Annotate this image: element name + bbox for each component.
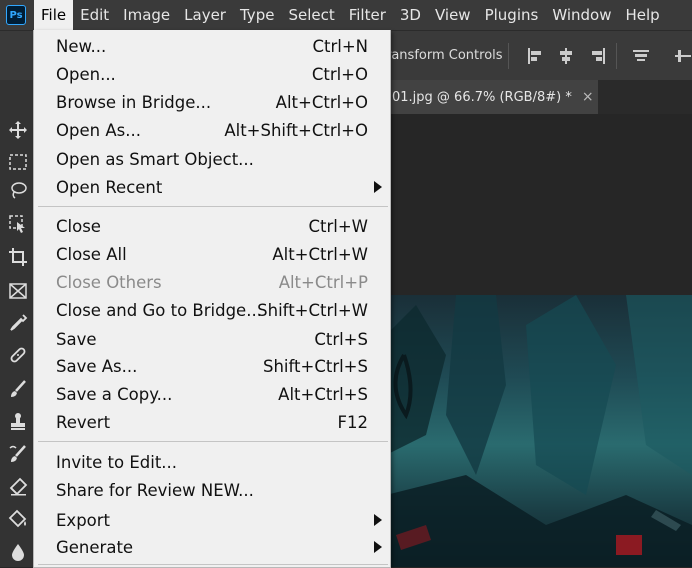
menu-plugins[interactable]: Plugins <box>478 0 546 30</box>
menu-item-label: Open Recent <box>56 177 163 197</box>
menu-item-export[interactable]: Export <box>34 506 390 534</box>
menu-separator <box>38 564 388 565</box>
submenu-arrow-icon <box>374 514 382 526</box>
menu-item-shortcut: Ctrl+O <box>311 64 368 84</box>
menu-item-label: Close and Go to Bridge... <box>56 300 262 320</box>
document-tab-title: 01.jpg @ 66.7% (RGB/8#) * <box>392 89 572 105</box>
menu-item-label: Open... <box>56 64 116 84</box>
options-divider <box>508 43 509 69</box>
menu-item-browse-in-bridge[interactable]: Browse in Bridge... Alt+Ctrl+O <box>34 88 390 116</box>
menu-edit[interactable]: Edit <box>73 0 116 30</box>
align-top-edges-icon[interactable] <box>632 47 650 65</box>
paint-bucket-tool-icon[interactable] <box>8 509 28 529</box>
menu-item-share-for-review[interactable]: Share for Review NEW... <box>34 476 390 504</box>
menu-item-shortcut: Alt+Ctrl+S <box>278 384 368 404</box>
show-transform-controls-label[interactable]: ransform Controls <box>386 48 503 63</box>
menu-item-label: New... <box>56 36 107 56</box>
menu-item-close-others: Close Others Alt+Ctrl+P <box>34 268 390 296</box>
menu-item-shortcut: Alt+Ctrl+W <box>272 244 368 264</box>
menu-separator <box>38 441 388 442</box>
menu-item-label: Save a Copy... <box>56 384 173 404</box>
menu-select[interactable]: Select <box>281 0 341 30</box>
menu-type[interactable]: Type <box>233 0 281 30</box>
menu-help[interactable]: Help <box>618 0 666 30</box>
menu-item-shortcut: Alt+Shift+Ctrl+O <box>224 120 368 140</box>
menu-item-shortcut: Shift+Ctrl+W <box>257 300 368 320</box>
menu-item-shortcut: Shift+Ctrl+S <box>263 356 368 376</box>
frame-tool-icon[interactable] <box>8 281 28 301</box>
menu-3d[interactable]: 3D <box>393 0 428 30</box>
menu-item-open-recent[interactable]: Open Recent <box>34 173 390 201</box>
options-divider <box>616 43 617 69</box>
menu-layer[interactable]: Layer <box>177 0 233 30</box>
submenu-arrow-icon <box>374 541 382 553</box>
menu-item-shortcut: Ctrl+S <box>314 329 368 349</box>
align-vertical-centers-icon[interactable] <box>674 47 692 65</box>
menu-item-label: Close Others <box>56 272 162 292</box>
menu-item-label: Open as Smart Object... <box>56 149 254 169</box>
clone-stamp-tool-icon[interactable] <box>8 411 28 431</box>
menu-item-label: Save <box>56 329 97 349</box>
menu-separator <box>38 206 388 207</box>
menu-item-label: Revert <box>56 412 111 432</box>
menu-item-label: Invite to Edit... <box>56 452 178 472</box>
menu-item-open-as[interactable]: Open As... Alt+Shift+Ctrl+O <box>34 116 390 144</box>
menu-item-shortcut: Ctrl+N <box>312 36 368 56</box>
brush-tool-icon[interactable] <box>8 379 28 399</box>
menu-item-save[interactable]: Save Ctrl+S <box>34 325 390 353</box>
menu-item-shortcut: Ctrl+W <box>308 216 369 236</box>
menu-file[interactable]: File <box>34 0 74 30</box>
menu-item-label: Save As... <box>56 356 138 376</box>
menu-item-revert[interactable]: Revert F12 <box>34 408 390 436</box>
menu-item-label: Share for Review NEW... <box>56 480 254 500</box>
menu-item-open[interactable]: Open... Ctrl+O <box>34 60 390 88</box>
eyedropper-tool-icon[interactable] <box>8 313 28 333</box>
align-right-edges-icon[interactable] <box>589 47 607 65</box>
menu-item-close-and-go-to-bridge[interactable]: Close and Go to Bridge... Shift+Ctrl+W <box>34 296 390 324</box>
menu-item-label: Generate <box>56 537 134 557</box>
menu-item-shortcut: F12 <box>337 412 369 432</box>
menu-item-close[interactable]: Close Ctrl+W <box>34 212 390 240</box>
menu-item-shortcut: Alt+Ctrl+O <box>275 92 368 112</box>
menu-bar: Ps File Edit Image Layer Type Select Fil… <box>0 0 692 30</box>
menu-item-new[interactable]: New... Ctrl+N <box>34 32 390 60</box>
eraser-tool-icon[interactable] <box>8 477 28 497</box>
move-tool-icon[interactable] <box>8 120 28 140</box>
align-left-edges-icon[interactable] <box>526 47 544 65</box>
marquee-tool-icon[interactable] <box>8 152 28 172</box>
menu-item-generate[interactable]: Generate <box>34 533 390 561</box>
menu-image[interactable]: Image <box>116 0 177 30</box>
tools-panel <box>0 80 35 567</box>
menu-window[interactable]: Window <box>545 0 618 30</box>
document-tab[interactable]: 01.jpg @ 66.7% (RGB/8#) * × <box>386 80 598 114</box>
file-menu-dropdown: New... Ctrl+N Open... Ctrl+O Browse in B… <box>33 30 391 568</box>
menu-item-invite-to-edit[interactable]: Invite to Edit... <box>34 448 390 476</box>
menu-item-shortcut: Alt+Ctrl+P <box>278 272 368 292</box>
history-brush-tool-icon[interactable] <box>8 444 28 464</box>
crop-tool-icon[interactable] <box>8 247 28 267</box>
lasso-tool-icon[interactable] <box>8 180 28 200</box>
close-icon[interactable]: × <box>582 89 594 105</box>
menu-item-label: Close All <box>56 244 127 264</box>
align-horizontal-centers-icon[interactable] <box>557 47 575 65</box>
document-image[interactable] <box>386 295 692 567</box>
submenu-arrow-icon <box>374 181 382 193</box>
menu-item-save-as[interactable]: Save As... Shift+Ctrl+S <box>34 352 390 380</box>
menu-item-label: Open As... <box>56 120 141 140</box>
photoshop-logo-icon[interactable]: Ps <box>6 5 26 25</box>
menu-item-save-a-copy[interactable]: Save a Copy... Alt+Ctrl+S <box>34 380 390 408</box>
menu-item-open-as-smart-object[interactable]: Open as Smart Object... <box>34 145 390 173</box>
menu-filter[interactable]: Filter <box>342 0 393 30</box>
menu-item-close-all[interactable]: Close All Alt+Ctrl+W <box>34 240 390 268</box>
menu-item-label: Export <box>56 510 111 530</box>
object-select-tool-icon[interactable] <box>8 214 28 234</box>
menu-view[interactable]: View <box>428 0 478 30</box>
menu-item-label: Close <box>56 216 101 236</box>
menu-item-label: Browse in Bridge... <box>56 92 212 112</box>
healing-brush-tool-icon[interactable] <box>8 345 28 365</box>
artwork-shapes <box>386 295 692 567</box>
blur-tool-icon[interactable] <box>8 542 28 562</box>
